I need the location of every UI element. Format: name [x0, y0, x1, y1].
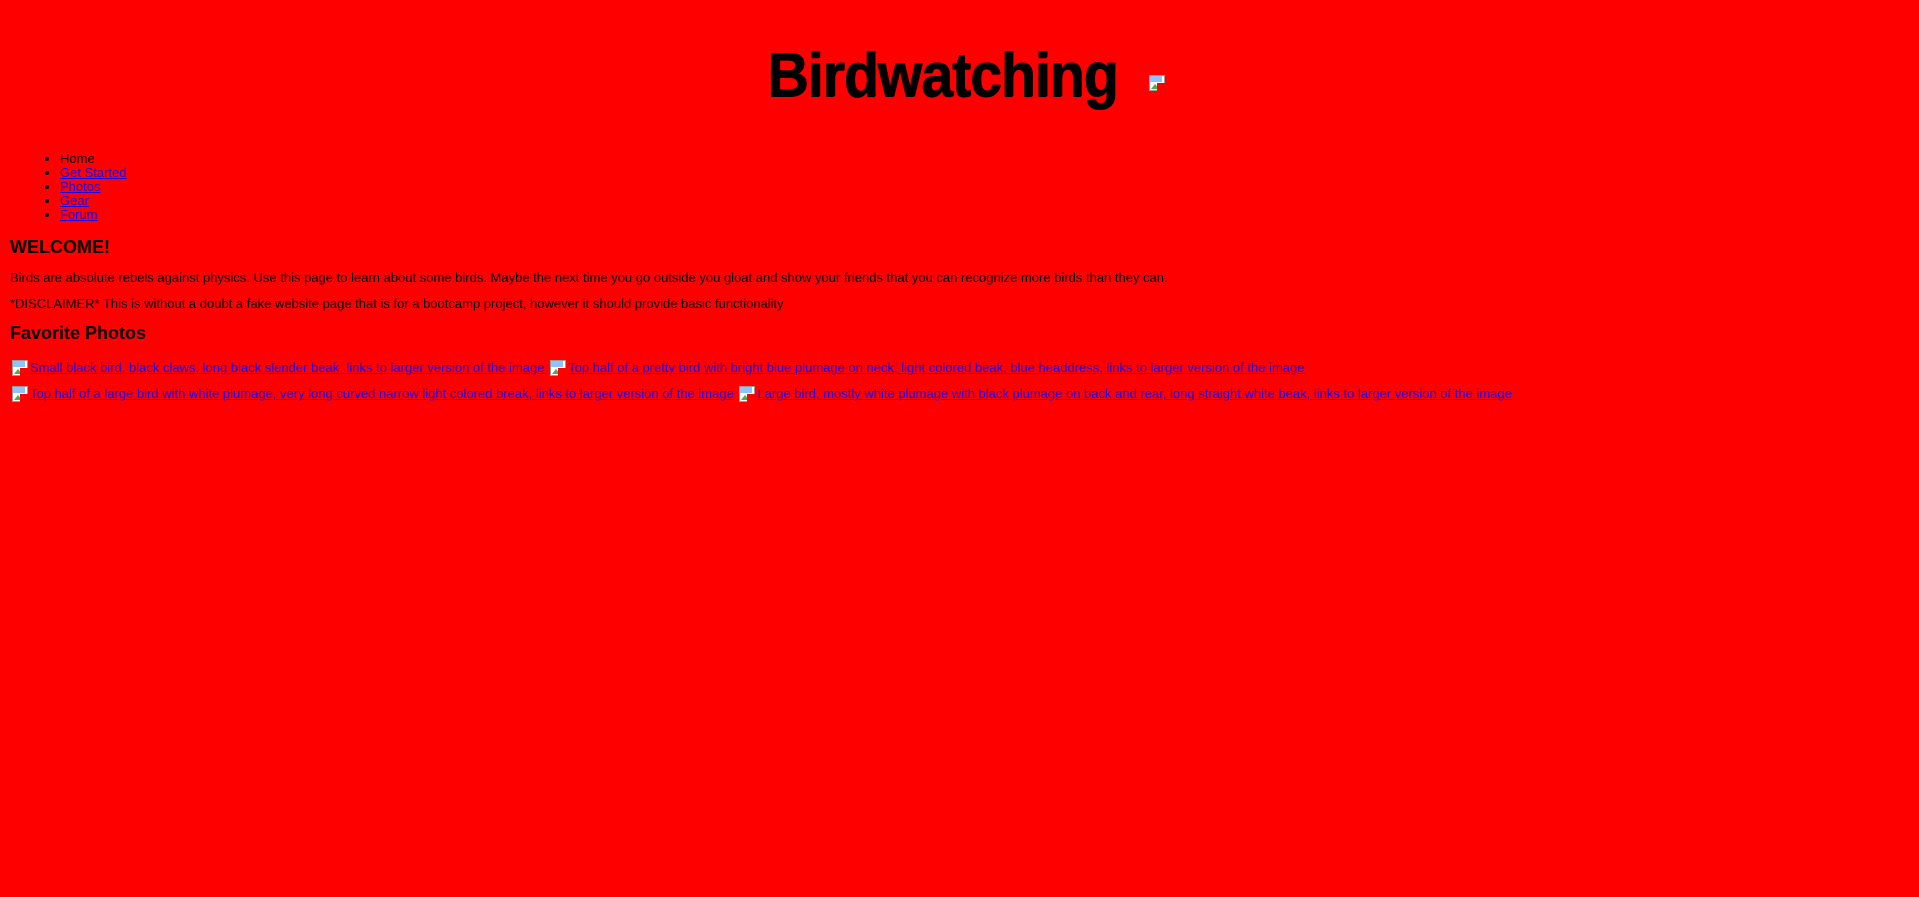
nav-item-home-label: Home	[60, 151, 95, 166]
photo-alt-text: Small black bird, black claws, long blac…	[30, 360, 545, 375]
nav-link-forum[interactable]: Forum	[60, 207, 98, 222]
disclaimer-paragraph: *DISCLAIMER* This is without a doubt a f…	[10, 296, 784, 311]
photo-link[interactable]: Small black bird, black claws, long blac…	[10, 358, 545, 378]
photo-alt-text: Large bird, mostly white plumage with bl…	[757, 386, 1512, 401]
photo-link[interactable]: Large bird, mostly white plumage with bl…	[737, 384, 1512, 404]
photo-alt-text: Top half of a pretty bird with bright bl…	[568, 360, 1305, 375]
photo-alt-text: Top half of a large bird with white plum…	[30, 386, 734, 401]
favorite-photos-heading: Favorite Photos	[10, 323, 147, 343]
site-title: Birdwatching	[767, 41, 1119, 110]
main-nav: Home Get Started Photos Gear Forum	[10, 152, 1909, 222]
intro-paragraph: Birds are absolute rebels against physic…	[10, 270, 1168, 285]
site-header: Birdwatching	[10, 0, 1909, 112]
welcome-heading: WELCOME!	[10, 237, 110, 257]
photo-link[interactable]: Top half of a pretty bird with bright bl…	[548, 358, 1305, 378]
broken-image-icon	[10, 384, 30, 404]
nav-list: Home Get Started Photos Gear Forum	[10, 152, 1909, 222]
broken-image-icon	[548, 358, 568, 378]
nav-link-get-started[interactable]: Get Started	[60, 165, 126, 180]
nav-item-home: Home	[60, 152, 1909, 166]
broken-image-icon	[10, 358, 30, 378]
broken-image-icon	[737, 384, 757, 404]
photo-link[interactable]: Top half of a large bird with white plum…	[10, 384, 734, 404]
nav-item-gear: Gear	[60, 194, 1909, 208]
nav-link-gear[interactable]: Gear	[60, 193, 89, 208]
photo-row: Top half of a large bird with white plum…	[10, 382, 1909, 406]
nav-item-photos: Photos	[60, 180, 1909, 194]
nav-item-get-started: Get Started	[60, 166, 1909, 180]
main-content: WELCOME! Birds are absolute rebels again…	[10, 238, 1909, 406]
photo-row: Small black bird, black claws, long blac…	[10, 356, 1909, 380]
nav-item-forum: Forum	[60, 208, 1909, 222]
broken-image-icon	[1147, 73, 1167, 93]
nav-link-photos[interactable]: Photos	[60, 179, 100, 194]
page: Birdwatching Home Get Started Photos Gea…	[0, 0, 1919, 897]
